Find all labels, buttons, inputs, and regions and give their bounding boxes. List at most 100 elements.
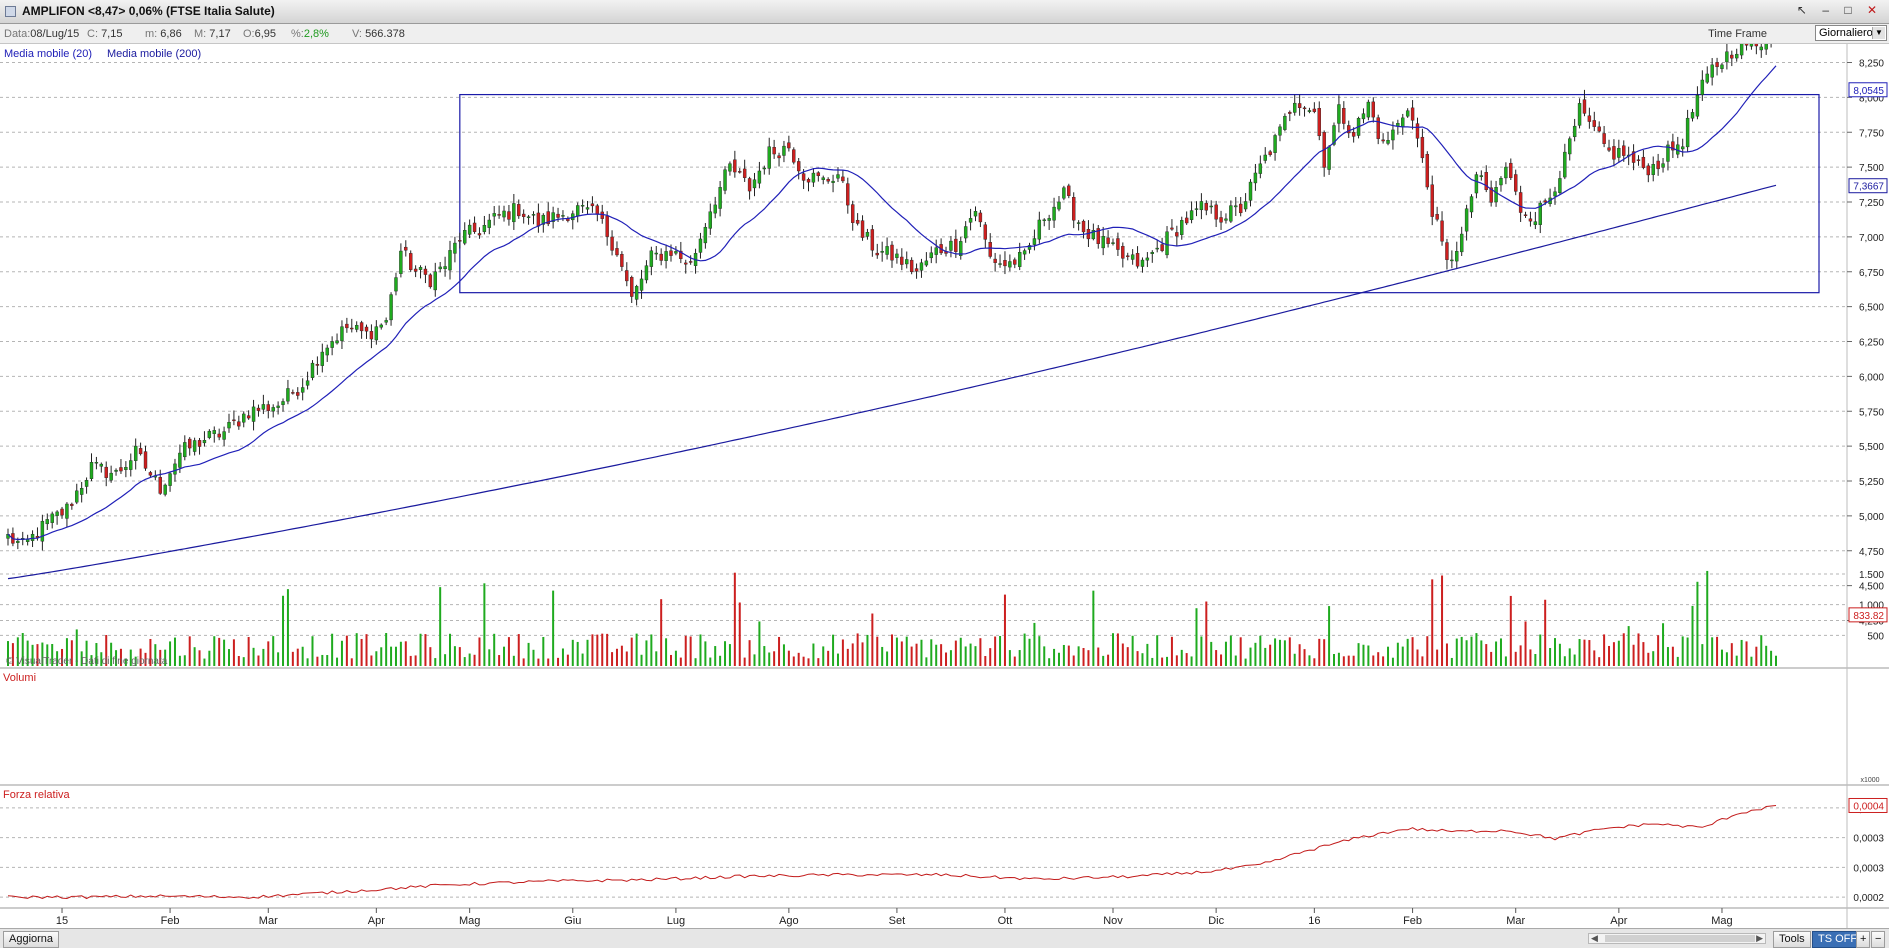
tools-button[interactable]: Tools	[1773, 931, 1811, 948]
month-label: Apr	[368, 915, 385, 927]
candle-body	[674, 251, 678, 254]
close-icon[interactable]: ✕	[1867, 3, 1883, 17]
volume-bar	[1593, 650, 1596, 666]
candle-body	[954, 238, 958, 252]
zoom-in-button[interactable]: +	[1856, 931, 1871, 948]
volume-bar	[439, 587, 442, 666]
chart-area[interactable]: 8,2508,0007,7507,5007,2507,0006,7506,500…	[0, 44, 1889, 928]
candle-body	[1710, 64, 1714, 78]
candle-body	[806, 179, 811, 183]
scroll-left-icon[interactable]: ◀	[1591, 933, 1598, 944]
volume-bar	[1495, 641, 1498, 666]
candle-body	[590, 203, 595, 207]
undock-icon[interactable]: ↖	[1797, 3, 1813, 17]
aggiorna-button[interactable]: Aggiorna	[3, 931, 60, 948]
candle-body	[1735, 53, 1739, 59]
volume-bar	[694, 658, 697, 666]
candle-body	[70, 503, 74, 506]
volume-bar	[1681, 636, 1684, 666]
volume-bar	[1003, 594, 1006, 666]
scrollbar-thumb[interactable]	[1605, 935, 1755, 942]
ma200-legend[interactable]: Media mobile (200)	[107, 48, 201, 60]
candle-body	[1459, 233, 1464, 253]
volume-bar	[1603, 634, 1606, 666]
volume-bar	[1499, 638, 1502, 666]
volume-bar	[296, 648, 299, 666]
zoom-out-button[interactable]: −	[1871, 931, 1886, 948]
candle-body	[104, 466, 108, 478]
volume-bar	[1249, 647, 1252, 666]
volume-bar	[1568, 648, 1571, 666]
volume-bar	[748, 640, 751, 666]
volume-bar	[1008, 650, 1011, 666]
candle-body	[1189, 210, 1194, 220]
volume-bar	[1131, 635, 1134, 666]
volume-bar	[1534, 653, 1537, 666]
candle-body	[1587, 115, 1592, 122]
candle-body	[168, 473, 172, 486]
candle-body	[1238, 203, 1243, 214]
volume-bar	[1588, 640, 1591, 666]
time-frame-select[interactable]: Giornaliero ▼	[1815, 25, 1887, 41]
maximize-icon[interactable]: □	[1844, 3, 1857, 17]
candle-body	[1293, 102, 1297, 113]
volume-bar	[1180, 649, 1183, 666]
volume-bar	[778, 636, 781, 666]
volume-bar	[915, 643, 918, 666]
volume-bar	[655, 651, 658, 666]
ma20-legend[interactable]: Media mobile (20)	[4, 48, 92, 60]
volume-bar	[1608, 645, 1611, 666]
candle-body	[620, 254, 624, 267]
volume-bar	[1642, 642, 1645, 666]
candle-body	[246, 415, 251, 419]
candle-body	[654, 252, 658, 255]
scroll-right-icon[interactable]: ▶	[1756, 933, 1763, 944]
minimize-icon[interactable]: –	[1822, 3, 1835, 17]
candle-body	[900, 256, 904, 265]
volume-bar	[218, 637, 221, 666]
candle-body	[1052, 206, 1056, 221]
chart-scrollbar[interactable]: ◀ ▶	[1588, 933, 1766, 944]
volume-bar	[940, 644, 943, 666]
candle-body	[472, 222, 477, 232]
volume-bar	[1490, 651, 1493, 666]
volume-bar	[1347, 655, 1350, 666]
volume-bar	[974, 646, 977, 666]
volume-bar	[1617, 640, 1620, 666]
volume-bar	[1308, 655, 1311, 666]
volume-bar	[1696, 581, 1699, 666]
volume-bar	[1578, 639, 1581, 666]
volume-bar	[979, 638, 982, 666]
candle-body	[379, 324, 383, 328]
volume-bar	[434, 658, 437, 666]
price-tick-label: 7,250	[1859, 198, 1884, 209]
volume-bar	[1441, 575, 1444, 666]
volume-bar	[1686, 637, 1689, 666]
candle-body	[1464, 208, 1469, 232]
volume-bar	[679, 657, 682, 666]
volume-bar	[203, 658, 206, 666]
candle-body	[1440, 220, 1444, 242]
candle-body	[404, 246, 408, 251]
candle-body	[1656, 160, 1660, 170]
low-readout: m: 6,86	[145, 28, 182, 40]
candle-body	[389, 294, 393, 321]
candle-body	[1381, 139, 1385, 142]
volume-bar	[1254, 642, 1257, 666]
volume-bar	[1337, 652, 1340, 666]
candle-body	[1474, 174, 1479, 194]
data-source-watermark: © VisualTrader - Dati di fine giornata	[6, 656, 168, 667]
candle-body	[688, 261, 693, 263]
candle-body	[649, 250, 654, 267]
candle-body	[1327, 146, 1331, 170]
volume-bar	[1431, 579, 1434, 666]
candle-body	[1685, 117, 1690, 148]
volume-bar	[1224, 641, 1227, 666]
candle-body	[222, 431, 226, 440]
candle-body	[600, 211, 604, 219]
candle-body	[1165, 231, 1169, 256]
candle-body	[1469, 196, 1474, 213]
volume-bar	[1018, 650, 1021, 666]
volume-bar	[1706, 570, 1709, 666]
candle-body	[340, 326, 344, 342]
